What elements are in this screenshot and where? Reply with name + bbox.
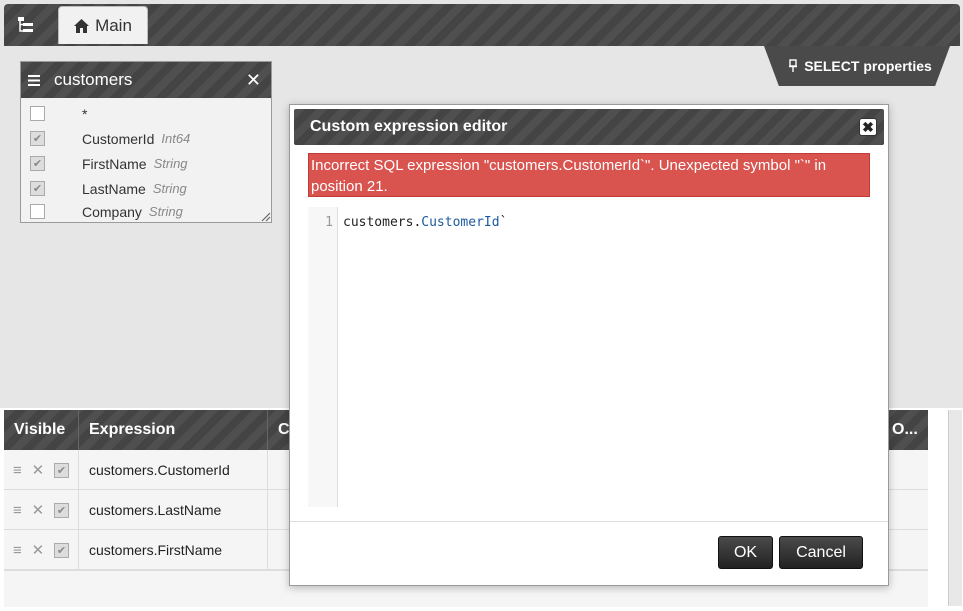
drag-handle-icon[interactable]: ≡ [13,462,22,479]
field-checkbox[interactable]: ✔ [30,156,45,171]
table-header[interactable]: customers ✕ [21,62,271,98]
field-row[interactable]: * [21,101,271,126]
expression-editor[interactable]: 1 customers.CustomerId` [308,207,870,507]
tree-view-button[interactable] [6,6,46,44]
field-row[interactable]: ✔ FirstName String [21,151,271,176]
field-row[interactable]: ✔ CustomerId Int64 [21,126,271,151]
line-number-gutter: 1 [308,207,338,507]
field-type: Int64 [161,131,191,146]
field-checkbox[interactable]: ✔ [30,131,45,146]
field-type: String [152,181,187,196]
code-property: CustomerId [421,215,500,230]
field-label: FirstName [82,155,147,172]
dialog-header: Custom expression editor [294,109,884,145]
visible-checkbox[interactable]: ✔ [54,502,70,518]
delete-icon[interactable]: ✕ [32,501,45,519]
tab-main[interactable]: Main [58,6,148,44]
drag-handle-icon[interactable]: ≡ [13,542,22,559]
drag-handle-icon[interactable]: ≡ [13,502,22,519]
dialog-title: Custom expression editor [310,118,508,135]
field-row[interactable]: Company String [21,201,271,222]
expression-cell[interactable]: customers.LastName [79,490,268,530]
table-name: customers [54,70,133,89]
line-number: 1 [325,215,333,230]
visible-checkbox[interactable]: ✔ [54,462,70,478]
dialog-divider [290,521,888,522]
menu-icon[interactable] [28,74,40,86]
close-icon[interactable]: ✖ [859,118,877,136]
pin-icon [789,59,798,72]
select-properties-tab[interactable]: SELECT properties [764,46,950,86]
ok-button[interactable]: OK [718,536,773,569]
home-icon [74,18,90,33]
delete-icon[interactable]: ✕ [32,461,45,479]
error-message: Incorrect SQL expression "customers.Cust… [308,153,870,197]
field-type: String [148,204,183,219]
delete-icon[interactable]: ✕ [32,541,45,559]
column-header-visible[interactable]: Visible [4,410,79,450]
code-line[interactable]: customers.CustomerId` [343,215,507,230]
custom-expression-dialog: Custom expression editor ✖ Incorrect SQL… [289,104,889,586]
tab-main-label: Main [95,15,132,35]
field-checkbox[interactable]: ✔ [30,181,45,196]
expression-cell[interactable]: customers.FirstName [79,530,268,570]
field-type: String [153,156,188,171]
cancel-button[interactable]: Cancel [779,536,863,569]
resize-handle-icon[interactable] [261,212,271,222]
code-tail: ` [499,215,508,230]
field-checkbox[interactable] [30,204,45,219]
code-object: customers [343,215,414,230]
close-icon[interactable]: ✕ [246,70,261,91]
field-label: CustomerId [82,130,155,147]
field-label: Company [82,203,142,220]
expression-cell[interactable]: customers.CustomerId [79,450,268,490]
field-label: * [82,105,88,122]
field-checkbox[interactable] [30,106,45,121]
visible-checkbox[interactable]: ✔ [54,542,70,558]
field-label: LastName [82,180,146,197]
select-properties-label: SELECT properties [804,58,932,74]
tree-icon [18,17,33,32]
table-customers[interactable]: customers ✕ * ✔ CustomerId Int64 ✔ First… [20,61,272,223]
grid-scrollbar[interactable] [948,410,962,606]
field-row[interactable]: ✔ LastName String [21,176,271,201]
column-header-expression[interactable]: Expression [79,410,268,450]
